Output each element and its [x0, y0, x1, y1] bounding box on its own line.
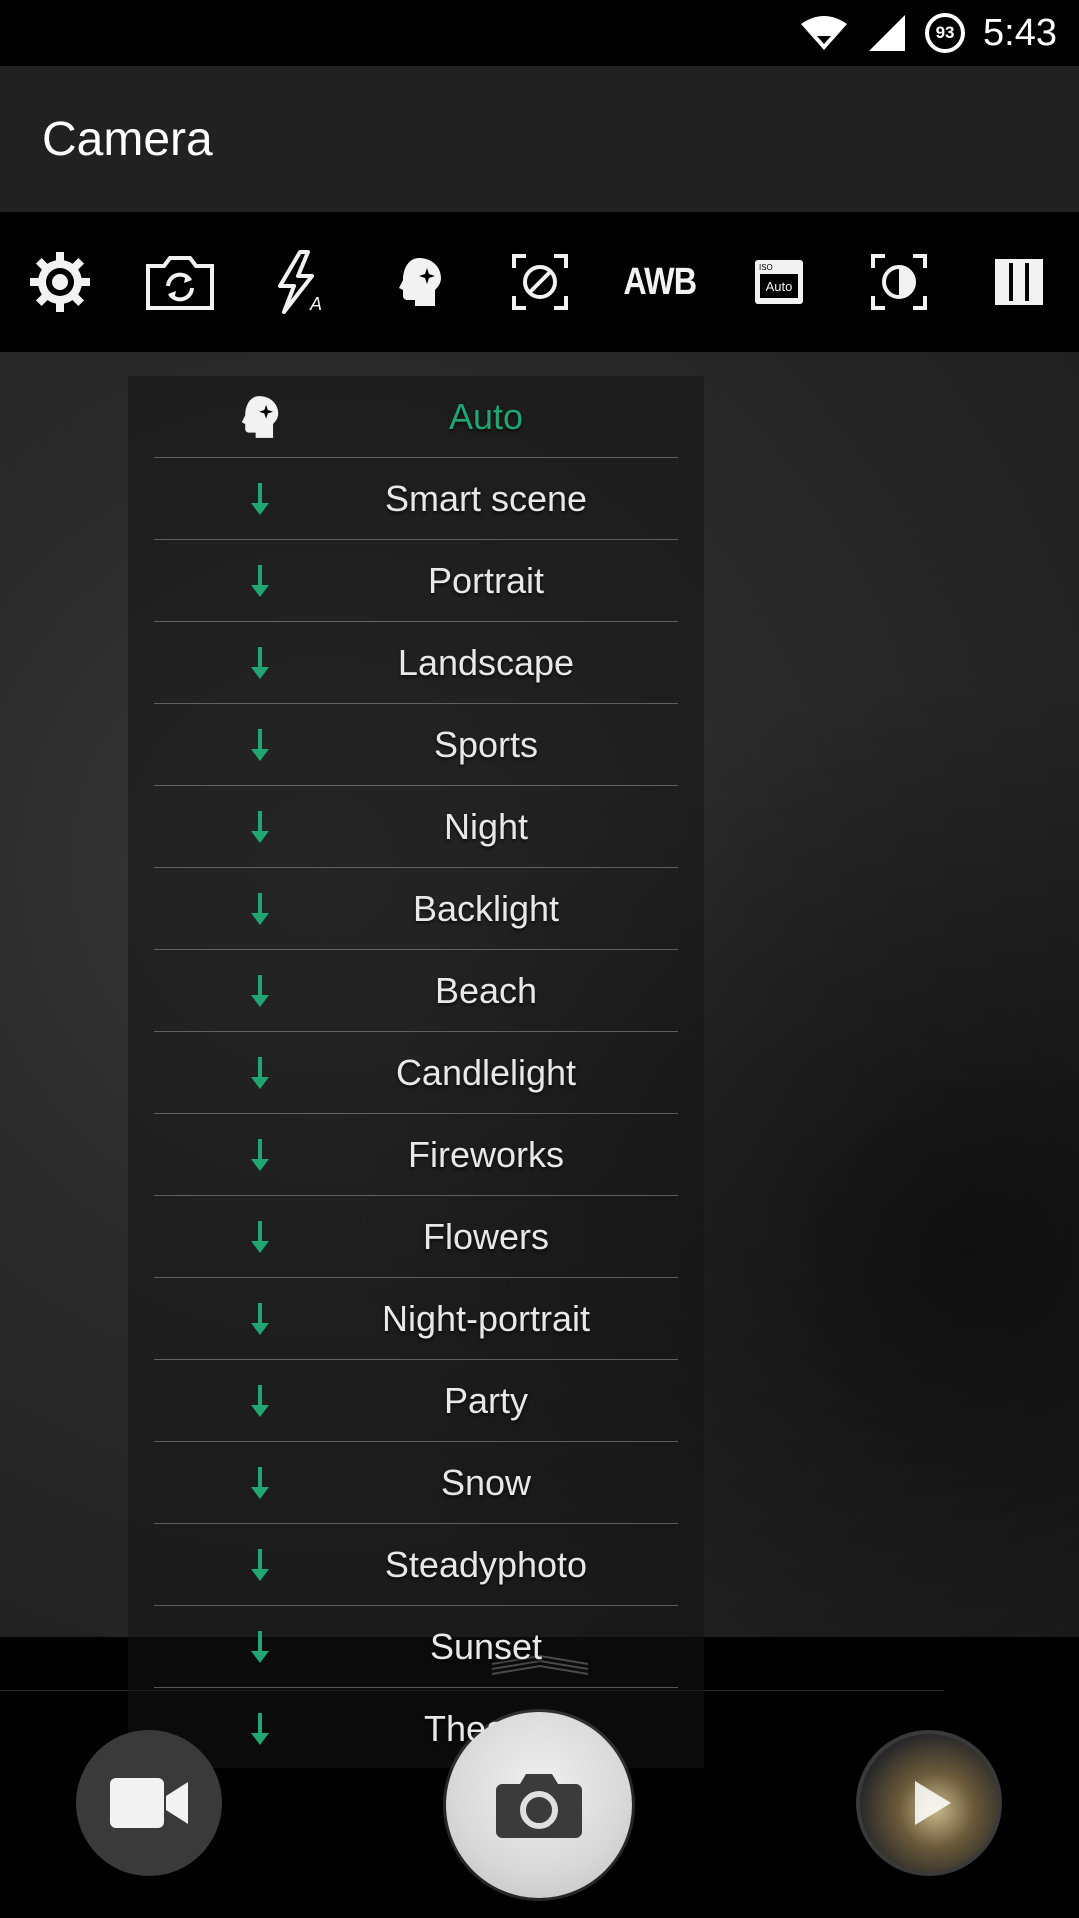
camera-settings-toolbar: A AWB ISO Auto — [0, 212, 1079, 352]
scene-item-label: Snow — [440, 1461, 532, 1503]
scene-item-label: Beach — [434, 969, 538, 1011]
svg-text:A: A — [309, 294, 322, 314]
scene-item[interactable]: Steadyphoto — [154, 1524, 678, 1606]
download-arrow-icon — [238, 723, 282, 767]
shutter-camera-icon — [496, 1774, 582, 1838]
focus-button[interactable] — [480, 212, 600, 352]
iso-value-label: Auto — [766, 279, 793, 294]
scene-item-label: Backlight — [412, 887, 560, 929]
scene-item-label: Night-portrait — [381, 1297, 591, 1339]
download-arrow-icon — [238, 1625, 282, 1669]
download-arrow-icon — [238, 1051, 282, 1095]
download-arrow-icon — [238, 559, 282, 603]
scene-item-label: Party — [443, 1379, 529, 1421]
scene-item-label: Steadyphoto — [384, 1543, 588, 1585]
exposure-button[interactable] — [839, 212, 959, 352]
scene-item[interactable]: Beach — [154, 950, 678, 1032]
white-balance-button[interactable]: AWB — [599, 212, 719, 352]
download-arrow-icon — [238, 969, 282, 1013]
settings-icon — [29, 252, 90, 312]
scene-item[interactable]: Night-portrait — [154, 1278, 678, 1360]
scene-item[interactable]: Sunset — [154, 1606, 678, 1688]
scene-item[interactable]: Snow — [154, 1442, 678, 1524]
app-bar: Camera — [0, 66, 1079, 212]
scene-item-label: Portrait — [427, 559, 545, 601]
exposure-icon — [871, 254, 928, 310]
scene-item-label: Fireworks — [407, 1133, 564, 1175]
status-time: 5:43 — [983, 11, 1057, 54]
scene-item[interactable]: Flowers — [154, 1196, 678, 1278]
camera-screen: 93 5:43 Camera A AWB ISO Auto Auto Smart… — [0, 0, 1079, 1918]
download-arrow-icon — [238, 1707, 282, 1751]
flash-auto-icon: A — [277, 250, 322, 314]
download-arrow-icon — [238, 1133, 282, 1177]
battery-icon: 93 — [925, 13, 966, 53]
scene-mode-icon — [398, 258, 441, 306]
gallery-thumbnail-button[interactable] — [856, 1730, 1002, 1876]
settings-button[interactable] — [0, 212, 120, 352]
flash-button[interactable]: A — [240, 212, 360, 352]
scene-item-label: Night — [443, 805, 529, 847]
iso-button[interactable]: ISO Auto — [719, 212, 839, 352]
gallery-play-icon — [915, 1781, 951, 1825]
scene-item[interactable]: Portrait — [154, 540, 678, 622]
iso-top-label: ISO — [759, 263, 773, 272]
scene-item[interactable]: Fireworks — [154, 1114, 678, 1196]
video-record-button[interactable] — [76, 1730, 222, 1876]
scene-item-label: Candlelight — [395, 1051, 577, 1093]
download-arrow-icon — [238, 1543, 282, 1587]
scene-item[interactable]: Landscape — [154, 622, 678, 704]
video-camera-icon — [110, 1778, 188, 1828]
app-title: Camera — [42, 112, 213, 166]
scene-item[interactable]: Sports — [154, 704, 678, 786]
scene-item[interactable]: Smart scene — [154, 458, 678, 540]
grid-icon — [995, 259, 1044, 305]
scene-mode-menu: Auto Smart scene Portrait Landscape Sports Ni… — [128, 376, 704, 1768]
scene-item[interactable]: Candlelight — [154, 1032, 678, 1114]
scene-item-label: Sunset — [429, 1625, 543, 1667]
scene-item-label: Landscape — [397, 641, 575, 683]
signal-icon — [867, 13, 907, 53]
switch-camera-icon — [145, 256, 214, 310]
scene-item[interactable]: Night — [154, 786, 678, 868]
scene-item-label: Flowers — [422, 1215, 550, 1257]
scene-item-label: Smart scene — [384, 477, 588, 519]
focus-off-icon — [511, 254, 568, 310]
download-arrow-icon — [238, 641, 282, 685]
download-arrow-icon — [238, 1297, 282, 1341]
scene-mode-list: Auto Smart scene Portrait Landscape Sports Ni… — [154, 376, 678, 1770]
switch-camera-button[interactable] — [120, 212, 240, 352]
scene-item[interactable]: Auto — [154, 376, 678, 458]
iso-icon: ISO Auto — [755, 260, 804, 304]
download-arrow-icon — [238, 1461, 282, 1505]
status-bar: 93 5:43 — [0, 0, 1079, 66]
scene-item-label: Auto — [448, 395, 524, 437]
scene-mode-button[interactable] — [360, 212, 480, 352]
scene-mode-icon — [238, 395, 282, 439]
wifi-icon — [799, 14, 849, 52]
scene-item-label: Sports — [433, 723, 539, 765]
scene-item[interactable]: Backlight — [154, 868, 678, 950]
download-arrow-icon — [238, 1215, 282, 1259]
shutter-button[interactable] — [446, 1712, 632, 1898]
download-arrow-icon — [238, 477, 282, 521]
scene-item[interactable]: Party — [154, 1360, 678, 1442]
battery-level: 93 — [935, 23, 955, 42]
download-arrow-icon — [238, 1379, 282, 1423]
download-arrow-icon — [238, 805, 282, 849]
awb-label: AWB — [622, 260, 697, 303]
grid-button[interactable] — [959, 212, 1079, 352]
download-arrow-icon — [238, 887, 282, 931]
